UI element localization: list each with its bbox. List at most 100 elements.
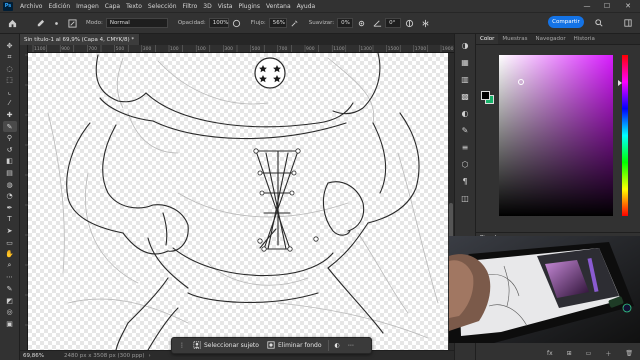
angle-icon[interactable]	[371, 17, 383, 29]
screen-mode-icon[interactable]: ▣	[3, 318, 17, 329]
zoom-icon[interactable]: ⌕	[3, 260, 17, 271]
layers-icon[interactable]: ◫	[458, 191, 472, 205]
mode-label: Modo:	[86, 20, 103, 26]
symmetry-icon[interactable]	[419, 17, 431, 29]
menu-archivo[interactable]: Archivo	[17, 3, 45, 10]
trash-icon[interactable]: 🗑	[625, 350, 633, 357]
color-saturation-field[interactable]	[499, 55, 613, 216]
flow-input[interactable]: 56%	[268, 18, 287, 28]
opacity-input[interactable]: 100%	[208, 18, 229, 28]
ruler-label: 100	[197, 46, 206, 52]
zoom-level[interactable]: 69,86%	[23, 353, 44, 359]
close-window-button[interactable]: ✕	[619, 0, 637, 12]
airbrush-icon[interactable]	[289, 17, 301, 29]
adjustments-icon[interactable]: ◐	[458, 106, 472, 120]
opacity-pressure-icon[interactable]	[231, 17, 243, 29]
smoothing-settings-icon[interactable]	[355, 17, 367, 29]
patterns-icon[interactable]: ▩	[458, 89, 472, 103]
share-button[interactable]: Compartir	[548, 16, 584, 28]
menu-imagen[interactable]: Imagen	[73, 3, 102, 10]
menu-texto[interactable]: Texto	[123, 3, 145, 10]
tab-color[interactable]: Color	[476, 34, 499, 44]
hand-icon[interactable]: ✋	[3, 249, 17, 260]
menu-edicion[interactable]: Edición	[45, 3, 73, 10]
rectangle-icon[interactable]: ▭	[3, 237, 17, 248]
hue-slider[interactable]	[622, 55, 628, 216]
3d-icon[interactable]: ⬡	[458, 157, 472, 171]
gradients-icon[interactable]: ▥	[458, 72, 472, 86]
clone-stamp-icon[interactable]: ⚲	[3, 133, 17, 144]
sketch-drawing	[47, 53, 439, 350]
menu-capa[interactable]: Capa	[102, 3, 123, 10]
swatches-icon[interactable]: ▦	[458, 55, 472, 69]
pen-icon[interactable]: ✒	[3, 202, 17, 213]
artboard-icon[interactable]: ⌗	[3, 52, 17, 63]
path-select-icon[interactable]: ➤	[3, 226, 17, 237]
document-tab[interactable]: Sin título-1 al 69,9% (Capa 4, CMYK/8) *…	[20, 34, 145, 45]
quick-select-icon[interactable]: ⬚	[3, 75, 17, 86]
brush-settings-icon[interactable]	[66, 17, 78, 29]
healing-icon[interactable]: ✚	[3, 110, 17, 121]
menu-ventana[interactable]: Ventana	[263, 3, 294, 10]
menu-plugins[interactable]: Plugins	[235, 3, 263, 10]
eyedropper-icon[interactable]: ⁄	[3, 98, 17, 109]
horizontal-ruler[interactable]: 1100 900 700 500 300 100 100 300 500 700 900 1100 13…	[28, 45, 454, 53]
history-brush-icon[interactable]: ↺	[3, 144, 17, 155]
tab-muestras[interactable]: Muestras	[498, 36, 531, 44]
maximize-button[interactable]: ☐	[598, 0, 616, 12]
more-tools-icon[interactable]: ⋯	[3, 272, 17, 283]
tab-historia[interactable]: Historia	[570, 36, 599, 44]
brush-icon[interactable]: ✎	[2, 121, 17, 133]
fx-icon[interactable]: fx	[547, 350, 553, 357]
document-title: Sin título-1 al 69,9% (Capa 4, CMYK/8) *	[24, 36, 135, 43]
angle-input[interactable]: 0°	[385, 18, 402, 28]
status-chevron-icon[interactable]: ›	[148, 353, 150, 359]
edit-toolbar-icon[interactable]: ✎	[3, 283, 17, 294]
menu-bar: Ps Archivo Edición Imagen Capa Texto Sel…	[0, 0, 640, 12]
mode-select[interactable]: Normal	[105, 18, 168, 28]
new-item-icon[interactable]: ＋	[605, 349, 611, 358]
foreground-color-swatch[interactable]	[481, 91, 490, 100]
menu-ayuda[interactable]: Ayuda	[294, 3, 319, 10]
hue-slider-marker[interactable]	[618, 80, 622, 86]
gradient-icon[interactable]: ▤	[3, 168, 17, 179]
properties-icon[interactable]: ≡	[458, 140, 472, 154]
pressure-size-icon[interactable]	[403, 17, 415, 29]
mask-icon[interactable]: ◐	[331, 342, 344, 349]
photoshop-logo: Ps	[3, 1, 13, 11]
color-picker-cursor[interactable]	[518, 79, 524, 85]
fg-bg-icon[interactable]: ◩	[3, 295, 17, 306]
menu-filtro[interactable]: Filtro	[180, 3, 201, 10]
brush-size-icon[interactable]	[50, 17, 62, 29]
paragraph-icon[interactable]: ¶	[458, 174, 472, 188]
vertical-ruler[interactable]	[20, 45, 28, 350]
brushes-icon[interactable]: ✎	[458, 123, 472, 137]
crop-icon[interactable]: ⌞	[3, 86, 17, 97]
canvas[interactable]	[28, 53, 454, 350]
workspace-icon[interactable]	[622, 17, 634, 29]
ruler-label: 100	[170, 46, 179, 52]
new-layer-icon[interactable]: ⊞	[567, 350, 572, 357]
quickmask-icon[interactable]: ◎	[3, 307, 17, 318]
select-subject-button[interactable]: Seleccionar sujeto	[189, 340, 263, 351]
menu-3d[interactable]: 3D	[200, 3, 214, 10]
menu-vista[interactable]: Vista	[215, 3, 236, 10]
remove-background-button[interactable]: Eliminar fondo	[263, 340, 326, 351]
dodge-icon[interactable]: ◔	[3, 191, 17, 202]
blur-icon[interactable]: ◍	[3, 179, 17, 190]
smoothing-input[interactable]: 0%	[337, 18, 354, 28]
type-icon[interactable]: T	[3, 214, 17, 225]
move-icon[interactable]: ✥	[3, 40, 17, 51]
home-icon[interactable]	[6, 17, 18, 29]
folder-icon[interactable]: ▭	[586, 350, 592, 357]
color-panel-icon[interactable]: ◑	[458, 38, 472, 52]
brush-tool-preset-icon[interactable]	[34, 17, 46, 29]
search-icon[interactable]	[593, 17, 605, 29]
menu-seleccion[interactable]: Selección	[145, 3, 180, 10]
more-options-icon[interactable]: ⋯	[344, 342, 358, 349]
minimize-button[interactable]: —	[578, 0, 596, 12]
lasso-icon[interactable]: ◌	[3, 63, 17, 74]
eraser-icon[interactable]: ◧	[3, 156, 17, 167]
tab-navegador[interactable]: Navegador	[532, 36, 570, 44]
contextual-menu-icon[interactable]: ⋮	[175, 342, 189, 349]
